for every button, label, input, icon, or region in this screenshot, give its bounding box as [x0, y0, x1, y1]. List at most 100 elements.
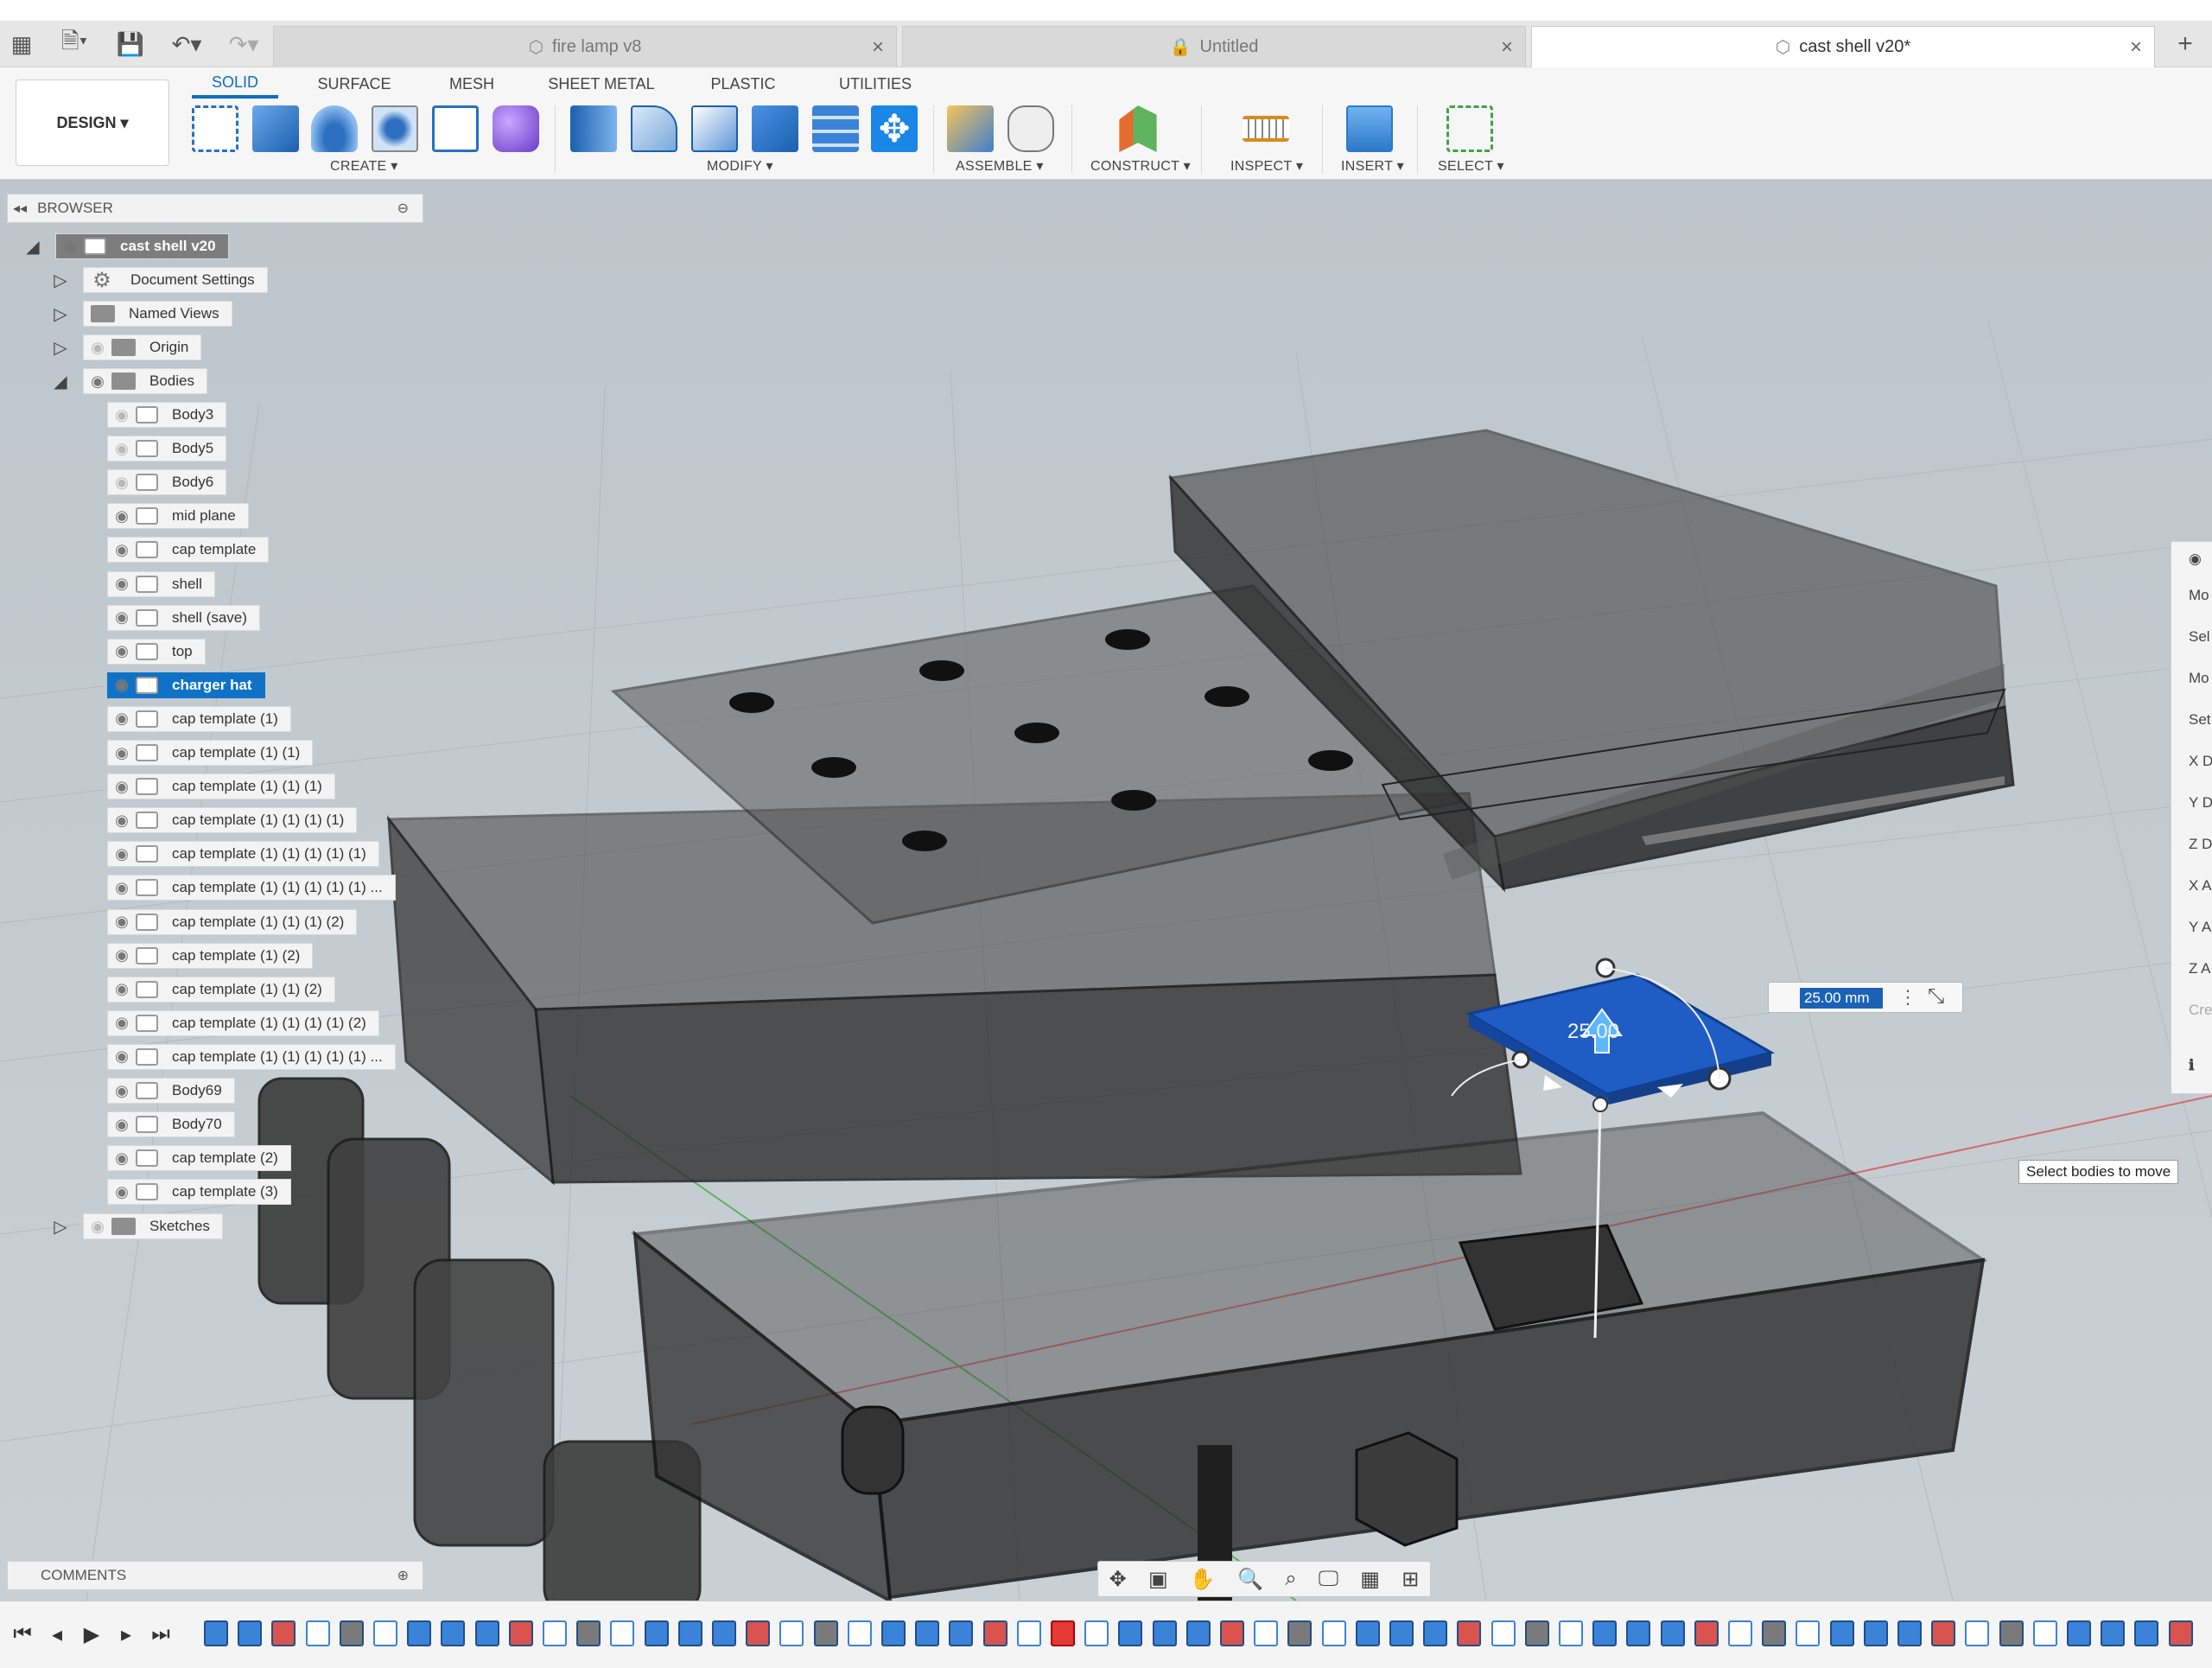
timeline-feature-icon[interactable] [1626, 1620, 1651, 1646]
joint-icon[interactable] [1007, 105, 1054, 152]
close-icon[interactable]: × [872, 35, 884, 60]
revolve-icon[interactable] [311, 105, 358, 152]
timeline-feature-icon[interactable] [1660, 1620, 1685, 1646]
timeline-feature-icon[interactable] [677, 1620, 702, 1646]
node-box[interactable]: ◉ cap template (1) (1) (1) (1) (1) ... [107, 875, 396, 901]
timeline-feature-icon[interactable] [1931, 1620, 1956, 1646]
browser-body-item[interactable]: ◉ mid plane [107, 503, 249, 530]
node-box[interactable]: ◉ cap template (1) (2) [107, 942, 314, 969]
node-box[interactable]: ◉ Body70 [107, 1111, 235, 1138]
browser-body-item[interactable]: ◉ charger hat [107, 672, 265, 698]
browser-body-item[interactable]: ◉ Body70 [107, 1111, 235, 1138]
tab-utilities[interactable]: UTILITIES [828, 69, 923, 99]
node-box[interactable]: ◉ cap template (1) (1) (1) (2) [107, 908, 358, 935]
browser-body-item[interactable]: ◉ Body3 [107, 402, 227, 428]
visibility-eye-icon[interactable]: ◉ [108, 1145, 136, 1171]
tab-mesh[interactable]: MESH [435, 69, 508, 99]
visibility-eye-icon[interactable]: ◉ [108, 740, 136, 766]
timeline-feature-icon[interactable] [881, 1620, 906, 1646]
node-box[interactable]: Named Views [83, 301, 232, 327]
pin-icon[interactable]: ⊖ [397, 200, 409, 217]
visibility-eye-icon[interactable]: ◉ [108, 1179, 136, 1205]
visibility-eye-icon[interactable]: ◉ [108, 639, 136, 665]
visibility-eye-icon[interactable]: ◉ [84, 334, 111, 360]
visibility-eye-icon[interactable]: ◉ [108, 1044, 136, 1070]
shell-icon[interactable] [691, 105, 738, 152]
tab-surface[interactable]: SURFACE [306, 69, 403, 99]
timeline-feature-icon[interactable] [1863, 1620, 1888, 1646]
timeline-feature-icon[interactable] [1728, 1620, 1752, 1646]
timeline-feature-icon[interactable] [949, 1620, 974, 1646]
timeline-feature-icon[interactable] [1457, 1620, 1482, 1646]
timeline-feature-icon[interactable] [305, 1620, 330, 1646]
go-to-end-icon[interactable]: ⏭ [145, 1619, 176, 1650]
hole-icon[interactable] [372, 105, 418, 152]
play-icon[interactable]: ▶ [76, 1619, 107, 1650]
node-box[interactable]: ◉ Body5 [107, 436, 227, 462]
extrude-icon[interactable] [252, 105, 299, 152]
timeline-feature-icon[interactable] [2168, 1620, 2193, 1646]
assemble-menu[interactable]: ASSEMBLE ▾ [956, 157, 1044, 175]
node-box[interactable]: ◉ cap template [107, 537, 270, 563]
browser-body-item[interactable]: ◉ top [107, 638, 206, 665]
visibility-eye-icon[interactable]: ◉ [108, 1010, 136, 1036]
browser-body-item[interactable]: ◉ cap template (1) (1) (1) [107, 774, 335, 800]
timeline-feature-icon[interactable] [339, 1620, 364, 1646]
timeline-feature-icon[interactable] [1254, 1620, 1279, 1646]
move-copy-icon[interactable]: ✥ [871, 105, 918, 152]
timeline-feature-icon[interactable] [1829, 1620, 1854, 1646]
workspace-switcher-button[interactable]: DESIGN ▾ [16, 80, 169, 166]
browser-body-item[interactable]: ◉ shell [107, 570, 215, 597]
comments-panel-header[interactable]: COMMENTS ⊕ [7, 1561, 423, 1590]
browser-body-item[interactable]: ◉ cap template (1) [107, 705, 291, 732]
construct-menu[interactable]: CONSTRUCT ▾ [1090, 157, 1191, 175]
visibility-eye-icon[interactable]: ◉ [84, 368, 111, 394]
timeline-feature-icon[interactable] [1491, 1620, 1516, 1646]
split-body-icon[interactable] [812, 105, 859, 152]
timeline-feature-icon[interactable] [1694, 1620, 1719, 1646]
timeline-feature-icon[interactable] [1389, 1620, 1414, 1646]
visibility-eye-icon[interactable]: ◉ [108, 1111, 136, 1137]
node-box[interactable]: ◉ mid plane [107, 503, 249, 530]
node-box[interactable]: ◉ cap template (1) (1) (1) (1) [107, 807, 358, 834]
timeline-feature-icon[interactable] [982, 1620, 1007, 1646]
timeline-feature-icon[interactable] [1796, 1620, 1821, 1646]
timeline-feature-icon[interactable] [1423, 1620, 1448, 1646]
timeline-feature-icon[interactable] [407, 1620, 432, 1646]
node-box[interactable]: ◉ top [107, 638, 206, 665]
save-icon[interactable]: 💾 [116, 29, 145, 59]
browser-root-node[interactable]: ◢ ◉ cast shell v20 [26, 233, 229, 259]
tab-plastic[interactable]: PLASTIC [700, 69, 786, 99]
visibility-eye-icon[interactable]: ◉ [108, 402, 136, 428]
select-menu[interactable]: SELECT ▾ [1438, 157, 1504, 175]
timeline-feature-icon[interactable] [238, 1620, 263, 1646]
visibility-eye-icon[interactable]: ◉ [108, 977, 136, 1003]
visibility-eye-icon[interactable]: ◉ [108, 841, 136, 867]
viewports-icon[interactable]: ⊞ [1402, 1567, 1419, 1592]
orbit-icon[interactable]: ✥ [1109, 1567, 1127, 1592]
timeline-feature-icon[interactable] [474, 1620, 499, 1646]
press-pull-icon[interactable] [570, 105, 617, 152]
timeline-feature-icon[interactable] [1762, 1620, 1787, 1646]
timeline-feature-icon[interactable] [915, 1620, 940, 1646]
cube-body[interactable] [1355, 1431, 1459, 1547]
distance-input[interactable] [1800, 988, 1883, 1009]
browser-body-item[interactable]: ◉ cap template (1) (1) (1) (1) (2) [107, 1009, 379, 1036]
timeline-feature-icon[interactable] [813, 1620, 838, 1646]
tab-untitled[interactable]: 🔒 Untitled × [902, 26, 1526, 67]
timeline-feature-icon[interactable] [610, 1620, 635, 1646]
visibility-eye-icon[interactable]: ◉ [56, 233, 84, 259]
visibility-eye-icon[interactable]: ◉ [108, 909, 136, 935]
info-icon[interactable]: ℹ [2189, 1057, 2212, 1074]
browser-folder-document-settings[interactable]: ▷ ⚙ Document Settings [54, 267, 268, 293]
expand-arrow-icon[interactable]: ▷ [50, 303, 71, 324]
create-form-icon[interactable] [493, 105, 539, 152]
timeline-feature-icon[interactable] [847, 1620, 872, 1646]
timeline-feature-icon[interactable] [1592, 1620, 1618, 1646]
timeline-feature-icon[interactable] [1897, 1620, 1922, 1646]
panel-row-selection[interactable]: Sel [2189, 628, 2212, 646]
timeline-feature-icon[interactable] [1321, 1620, 1346, 1646]
browser-body-item[interactable]: ◉ cap template [107, 537, 270, 563]
inspect-menu[interactable]: INSPECT ▾ [1230, 157, 1303, 175]
visibility-eye-icon[interactable]: ◉ [108, 537, 136, 563]
